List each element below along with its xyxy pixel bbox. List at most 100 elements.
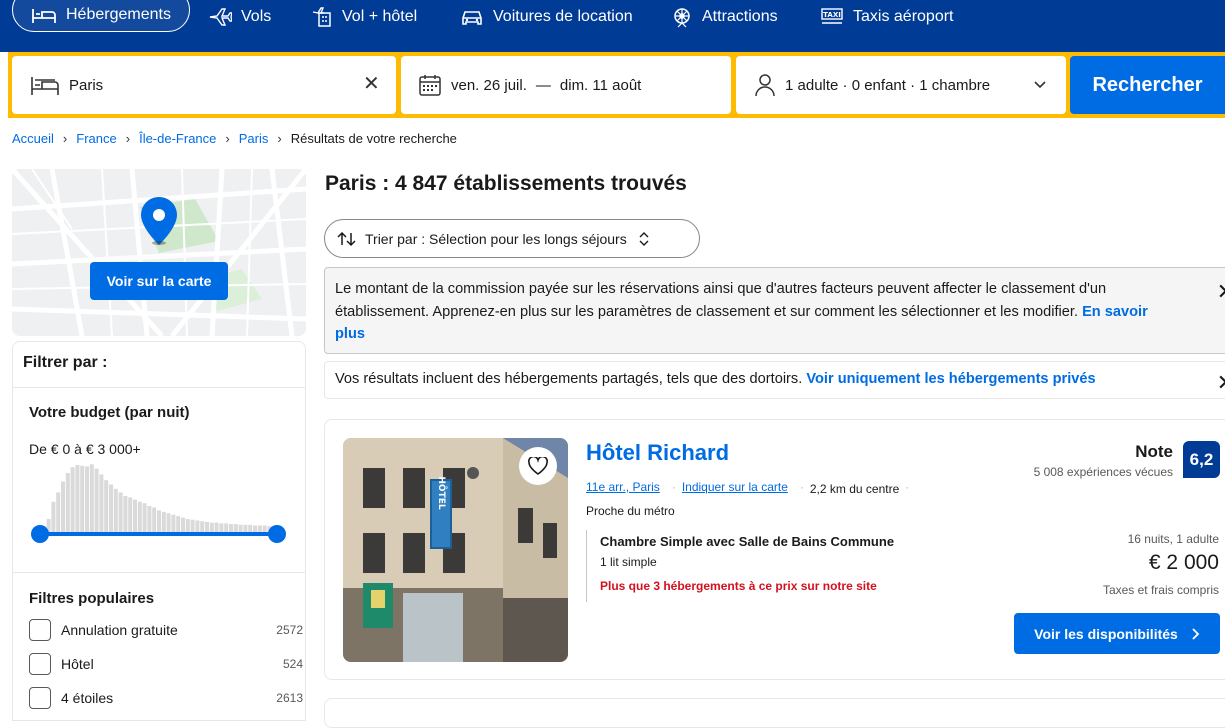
chevron-right-icon: › (62, 131, 68, 146)
breadcrumb: Accueil › France › Île-de-France › Paris › R… (12, 131, 457, 146)
metro-proximity: Proche du métro (586, 504, 675, 518)
review-score-badge[interactable]: 6,2 (1183, 441, 1220, 478)
histogram-bar (200, 521, 205, 532)
histogram-bar (104, 480, 109, 532)
histogram-bar (209, 522, 214, 532)
histogram-bar (109, 484, 113, 532)
checkbox[interactable] (29, 687, 51, 709)
bed-type: 1 lit simple (600, 555, 657, 569)
chevron-right-icon: › (277, 131, 282, 146)
budget-range: De € 0 à € 3 000+ (29, 441, 141, 457)
checkbox[interactable] (29, 619, 51, 641)
histogram-bar (176, 516, 181, 532)
histogram-bar (195, 520, 200, 532)
occupancy-field[interactable]: 1 adulte · 0 enfant · 1 chambre (736, 56, 1066, 114)
plane-icon (209, 8, 232, 26)
chevron-right-icon: › (125, 131, 131, 146)
nav-label: Vols (241, 8, 272, 25)
nav-tab-car-rental[interactable]: Voitures de location (460, 0, 633, 34)
property-location: 11e arr., Paris · Indiquer sur la carte … (586, 478, 915, 496)
close-icon[interactable]: ✕ (1217, 372, 1225, 394)
review-score-label: Note (1135, 442, 1173, 461)
checkbox[interactable] (29, 653, 51, 675)
nav-tab-airport-taxis[interactable]: TAXI Taxis aéroport (820, 0, 954, 34)
nav-tab-flights[interactable]: Vols (208, 0, 271, 34)
budget-slider-track[interactable] (39, 532, 277, 536)
histogram-bar (61, 481, 65, 532)
filter-hotel[interactable]: Hôtel 524 (29, 653, 303, 675)
destination-field[interactable]: Paris ✕ (12, 56, 396, 114)
taxes-note: Taxes et frais compris (1102, 583, 1219, 597)
checkout-date[interactable]: dim. 11 août (560, 77, 641, 94)
nav-tab-stays[interactable]: Hébergements (12, 0, 190, 32)
histogram-bar (118, 492, 123, 532)
sort-dropdown[interactable]: Trier par : Sélection pour les longs séj… (324, 219, 700, 258)
bed-icon (31, 77, 59, 95)
svg-text:TAXI: TAXI (823, 11, 841, 19)
separator-dot: · (799, 480, 804, 494)
filter-label: Hôtel (61, 656, 94, 672)
histogram-bar (238, 524, 243, 532)
person-icon (755, 74, 775, 97)
histogram-bar (133, 499, 137, 532)
filter-4-stars[interactable]: 4 étoiles 2613 (29, 687, 303, 709)
histogram-bar (161, 511, 166, 532)
filter-free-cancellation[interactable]: Annulation gratuite 2572 (29, 619, 303, 641)
review-count: 5 008 expériences vécues (1033, 465, 1173, 479)
chevron-right-icon (1192, 627, 1200, 640)
histogram-bar (94, 468, 99, 532)
clear-icon[interactable]: ✕ (363, 74, 380, 94)
show-on-map-button[interactable]: Voir sur la carte (90, 262, 228, 300)
histogram-bar (123, 496, 128, 532)
room-recommendation: Chambre Simple avec Salle de Bains Commu… (586, 530, 894, 602)
car-icon (462, 11, 482, 25)
property-photo[interactable]: HÔTEL (343, 438, 568, 662)
breadcrumb-current: Résultats de votre recherche (290, 131, 457, 146)
histogram-bar (99, 474, 104, 532)
breadcrumb-city[interactable]: Paris (239, 131, 269, 146)
histogram-bar (147, 506, 152, 532)
nav-tab-flight-hotel[interactable]: Vol + hôtel (311, 0, 417, 34)
close-icon[interactable]: ✕ (1217, 281, 1225, 303)
distance-from-center: 2,2 km du centre (809, 482, 900, 496)
private-only-link[interactable]: Voir uniquement les hébergements privés (806, 371, 1095, 387)
histogram-bar (166, 513, 171, 532)
filter-label: 4 étoiles (61, 690, 114, 706)
budget-slider-min-handle[interactable] (31, 525, 49, 543)
plane-hotel-icon (312, 7, 331, 27)
property-card[interactable]: HÔTEL Hôtel Richard 11e arr., Paris · In… (324, 419, 1225, 680)
nav-label: Vol + hôtel (342, 8, 418, 25)
histogram-bar (80, 465, 85, 532)
breadcrumb-region[interactable]: Île-de-France (139, 131, 216, 146)
checkin-date[interactable]: ven. 26 juil. (451, 77, 527, 94)
attractions-icon (674, 8, 690, 28)
histogram-bar (89, 464, 94, 532)
property-name[interactable]: Hôtel Richard (586, 440, 729, 466)
chevron-down-icon (1034, 81, 1046, 89)
map-illustration (12, 169, 306, 336)
search-button[interactable]: Rechercher (1070, 56, 1225, 114)
see-availability-button[interactable]: Voir les disponibilités (1014, 613, 1220, 654)
show-on-map-link[interactable]: Indiquer sur la carte (682, 480, 788, 494)
district-link[interactable]: 11e arr., Paris (586, 480, 660, 494)
map-preview[interactable]: Voir sur la carte (12, 169, 306, 336)
nav-label: Taxis aéroport (853, 8, 954, 25)
breadcrumb-country[interactable]: France (76, 131, 116, 146)
nav-label: Hébergements (66, 6, 171, 23)
breadcrumb-home[interactable]: Accueil (12, 131, 54, 146)
destination-input[interactable]: Paris (69, 77, 103, 94)
dates-field[interactable]: ven. 26 juil. — dim. 11 août (401, 56, 731, 114)
histogram-bar (190, 519, 195, 532)
nav-tab-attractions[interactable]: Attractions (671, 0, 778, 34)
search-bar: Paris ✕ ven. 26 juil. — dim. 11 août 1 a… (8, 52, 1225, 118)
shared-accommodation-notice: Vos résultats incluent des hébergements … (324, 361, 1225, 399)
taxi-icon: TAXI (821, 8, 843, 24)
histogram-bar (185, 519, 190, 532)
histogram-bar (214, 522, 219, 532)
save-favorite-button[interactable] (519, 447, 557, 485)
date-separator: — (535, 76, 551, 94)
budget-slider-max-handle[interactable] (268, 525, 286, 543)
histogram-bar (229, 524, 233, 532)
next-property-card[interactable] (324, 698, 1225, 728)
histogram-bar (75, 465, 80, 532)
